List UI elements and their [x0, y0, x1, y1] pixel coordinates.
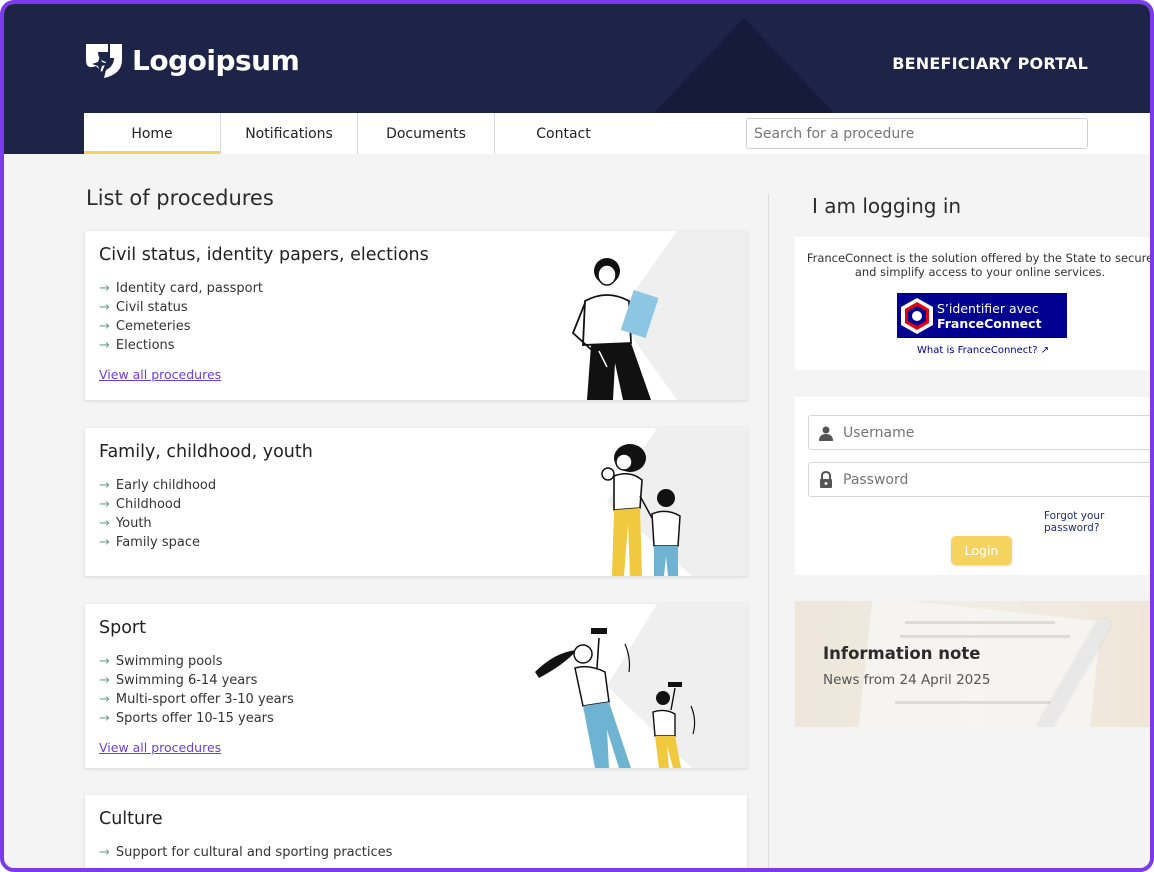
header-decoration	[649, 18, 839, 118]
password-field[interactable]	[808, 462, 1150, 497]
card-title: Family, childhood, youth	[99, 442, 313, 462]
arrow-right-icon: →	[99, 319, 110, 334]
tab-documents[interactable]: Documents	[358, 113, 495, 154]
tab-home[interactable]: Home	[84, 113, 221, 154]
view-all-link[interactable]: View all procedures	[99, 740, 221, 755]
list-item[interactable]: → Identity card, passport	[99, 279, 263, 298]
lock-icon	[809, 470, 843, 489]
list-item[interactable]: → Early childhood	[99, 476, 216, 495]
arrow-right-icon: →	[99, 845, 110, 860]
user-icon	[809, 425, 843, 441]
paper-background	[858, 601, 1102, 727]
woman-clipboard-illustration	[571, 258, 659, 400]
tab-notifications[interactable]: Notifications	[221, 113, 358, 154]
list-item[interactable]: → Cemeteries	[99, 317, 263, 336]
arrow-right-icon: →	[99, 338, 110, 353]
card-list: → Swimming pools → Swimming 6-14 years → Mu…	[99, 652, 294, 728]
arrow-right-icon: →	[99, 692, 110, 707]
logo-icon	[86, 44, 122, 78]
info-note-subtitle: News from 24 April 2025	[823, 672, 991, 688]
list-item[interactable]: → Support for cultural and sporting pract…	[99, 843, 392, 862]
login-title: I am logging in	[812, 194, 962, 218]
arrow-right-icon: →	[99, 673, 110, 688]
view-all-link[interactable]: View all procedures	[99, 367, 221, 382]
fitness-illustration	[535, 628, 696, 768]
username-field[interactable]	[808, 415, 1150, 450]
mother-child-illustration	[601, 444, 681, 576]
what-is-franceconnect-link[interactable]: What is FranceConnect? ↗	[917, 345, 1049, 356]
list-item[interactable]: → Swimming pools	[99, 652, 294, 671]
tab-contact[interactable]: Contact	[495, 113, 632, 154]
card-title: Sport	[99, 618, 146, 638]
list-item[interactable]: → Family space	[99, 533, 216, 552]
arrow-right-icon: →	[99, 300, 110, 315]
arrow-right-icon: →	[99, 711, 110, 726]
app-frame: Logoipsum BENEFICIARY PORTAL Home Notifi…	[0, 0, 1154, 872]
search-input[interactable]	[746, 118, 1088, 149]
list-item[interactable]: → Sports offer 10-15 years	[99, 709, 294, 728]
franceconnect-logo-icon	[897, 293, 937, 338]
arrow-right-icon: →	[99, 535, 110, 550]
arrow-right-icon: →	[99, 478, 110, 493]
logo-text: Logoipsum	[132, 43, 300, 77]
procedure-card-civil[interactable]: Civil status, identity papers, elections…	[85, 231, 747, 400]
column-divider	[768, 194, 769, 868]
procedures-title: List of procedures	[86, 186, 274, 210]
login-button[interactable]: Login	[951, 536, 1012, 565]
arrow-right-icon: →	[99, 497, 110, 512]
list-item[interactable]: → Elections	[99, 336, 263, 355]
info-note-title: Information note	[823, 644, 981, 663]
card-title: Culture	[99, 809, 163, 829]
arrow-right-icon: →	[99, 281, 110, 296]
card-title: Civil status, identity papers, elections	[99, 245, 429, 265]
portal-title: BENEFICIARY PORTAL	[892, 54, 1088, 73]
logo[interactable]: Logoipsum	[84, 40, 300, 80]
list-item[interactable]: → Multi-sport offer 3-10 years	[99, 690, 294, 709]
username-input[interactable]	[843, 424, 1143, 441]
card-list: → Identity card, passport → Civil status →…	[99, 279, 263, 355]
franceconnect-panel: FranceConnect is the solution offered by…	[795, 237, 1154, 370]
login-form: Forgot your password? Login	[795, 397, 1150, 575]
franceconnect-description: FranceConnect is the solution offered by…	[806, 251, 1154, 279]
password-input[interactable]	[843, 471, 1143, 488]
procedure-card-sport[interactable]: Sport → Swimming pools → Swimming 6-14 yea…	[85, 604, 747, 768]
information-note-card[interactable]: Information note News from 24 April 2025	[795, 601, 1150, 727]
franceconnect-button[interactable]: S’identifier avec FranceConnect	[897, 293, 1067, 338]
card-list: → Support for cultural and sporting pract…	[99, 843, 392, 862]
procedure-card-family[interactable]: Family, childhood, youth → Early childhoo…	[85, 428, 747, 576]
arrow-right-icon: →	[99, 654, 110, 669]
list-item[interactable]: → Civil status	[99, 298, 263, 317]
list-item[interactable]: → Childhood	[99, 495, 216, 514]
card-list: → Early childhood → Childhood → Youth → Fami…	[99, 476, 216, 552]
list-item[interactable]: → Swimming 6-14 years	[99, 671, 294, 690]
procedure-card-culture[interactable]: Culture → Support for cultural and sporti…	[85, 795, 747, 868]
franceconnect-line2: FranceConnect	[937, 315, 1042, 331]
main-nav: Home Notifications Documents Contact	[84, 113, 1150, 154]
forgot-password-link[interactable]: Forgot your password?	[1044, 510, 1150, 534]
franceconnect-line1: S’identifier avec	[937, 300, 1039, 316]
list-item[interactable]: → Youth	[99, 514, 216, 533]
arrow-right-icon: →	[99, 516, 110, 531]
